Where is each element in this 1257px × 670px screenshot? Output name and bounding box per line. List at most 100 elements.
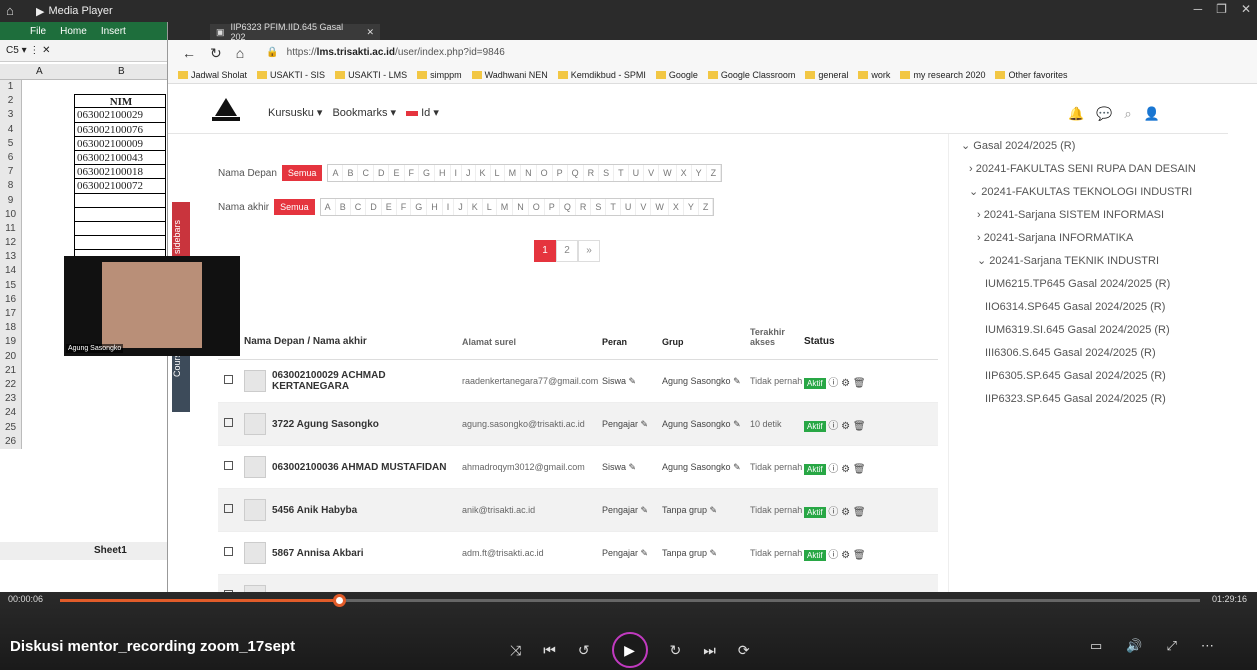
letter-filter[interactable]: J [454,199,468,215]
seek-bar[interactable] [60,594,1200,607]
letter-filter[interactable]: P [545,199,560,215]
letter-filter[interactable]: U [621,199,637,215]
bookmark-item[interactable]: Kemdikbud - SPMI [557,70,646,80]
edit-role-icon[interactable]: ✎ [638,505,649,515]
row-number[interactable]: 23 [0,392,22,407]
nim-cell[interactable]: 063002100043 [74,150,166,166]
nim-cell[interactable]: 063002100029 [74,108,166,123]
nim-cell[interactable]: 063002100018 [74,165,166,180]
nim-cell[interactable]: NIM [74,94,166,109]
excel-namebox[interactable]: C5 ▾ ⋮ ✕ [0,40,167,62]
letter-filter[interactable]: R [576,199,592,215]
row-number[interactable]: 12 [0,236,22,251]
bookmark-item[interactable]: Other favorites [995,70,1068,80]
participant-name[interactable]: 5867 Annisa Akbari [272,548,364,559]
row-number[interactable]: 2 [0,94,22,109]
letter-filter[interactable]: L [483,199,497,215]
letter-filter[interactable]: A [321,199,336,215]
edit-role-icon[interactable]: ✎ [626,462,637,472]
row-checkbox[interactable] [224,375,233,384]
row-number[interactable]: 7 [0,165,22,180]
row-number[interactable]: 5 [0,136,22,151]
ribbon-tab-insert[interactable]: Insert [101,26,126,37]
home-icon[interactable]: ⌂ [6,3,14,18]
info-icon[interactable]: ⓘ [826,507,838,518]
edit-group-icon[interactable]: ✎ [731,462,741,472]
column-header[interactable]: Terakhir akses [750,327,804,347]
ribbon-tab-home[interactable]: Home [60,26,87,37]
page-link[interactable]: 1 [534,240,556,262]
menu-language[interactable]: Id ▾ [406,106,439,119]
letter-filter[interactable]: J [462,165,476,181]
letter-filter[interactable]: G [411,199,428,215]
close-tab-icon[interactable]: ✕ [366,27,374,38]
row-number[interactable]: 14 [0,264,22,279]
letter-filter[interactable]: G [419,165,436,181]
nim-cell[interactable] [74,193,166,208]
letter-filter[interactable]: D [374,165,390,181]
letter-filter[interactable]: X [677,165,692,181]
edit-group-icon[interactable]: ✎ [731,376,741,386]
bookmark-item[interactable]: USAKTI - LMS [335,70,407,80]
letter-filter[interactable]: K [468,199,483,215]
row-checkbox[interactable] [224,547,233,556]
seek-handle[interactable] [333,594,347,607]
row-checkbox[interactable] [224,504,233,513]
participant-name[interactable]: 063002100029 ACHMAD KERTANEGARA [272,370,462,392]
info-icon[interactable]: ⓘ [826,421,838,432]
letter-filter[interactable]: R [584,165,600,181]
home-icon[interactable]: ⌂ [236,45,244,62]
course-tree-item[interactable]: IIP6323.SP.645 Gasal 2024/2025 (R) [961,391,1216,408]
row-number[interactable]: 26 [0,434,22,449]
reload-icon[interactable]: ↻ [210,45,222,62]
letter-filter[interactable]: F [405,165,419,181]
letter-filter[interactable]: Y [692,165,707,181]
course-tree-item[interactable]: IUM6319.SI.645 Gasal 2024/2025 (R) [961,322,1216,339]
browser-tab[interactable]: ▣ IIP6323 PFIM.IID.645 Gasal 202 ✕ [210,22,380,42]
row-number[interactable]: 6 [0,150,22,166]
course-tree-item[interactable]: IIP6305.SP.645 Gasal 2024/2025 (R) [961,368,1216,385]
course-tree-item[interactable]: › 20241-Sarjana INFORMATIKA [961,230,1216,247]
trash-icon[interactable]: 🗑 [850,507,866,518]
letter-filter[interactable]: H [427,199,443,215]
row-number[interactable]: 3 [0,108,22,123]
row-number[interactable]: 24 [0,406,22,421]
column-header[interactable]: Nama Depan / Nama akhir [244,336,462,347]
column-header[interactable]: Peran [602,337,662,347]
edit-role-icon[interactable]: ✎ [626,376,637,386]
nim-cell[interactable]: 063002100076 [74,122,166,137]
participant-name[interactable]: 3722 Agung Sasongko [272,419,379,430]
letter-filter[interactable]: E [382,199,397,215]
trash-icon[interactable]: 🗑 [850,421,866,432]
row-number[interactable]: 8 [0,179,22,194]
media-player-tab[interactable]: ▶ Media Player [36,0,166,22]
trash-icon[interactable]: 🗑 [850,378,866,389]
nim-cell[interactable] [74,221,166,237]
edit-role-icon[interactable]: ✎ [638,419,649,429]
letter-filter[interactable]: O [537,165,553,181]
row-number[interactable]: 19 [0,335,22,350]
trash-icon[interactable]: 🗑 [850,464,866,475]
row-number[interactable]: 21 [0,363,22,378]
row-number[interactable]: 15 [0,278,22,293]
column-header[interactable]: Grup [662,337,750,347]
gear-icon[interactable]: ⚙ [838,550,850,561]
letter-filter[interactable]: S [599,165,615,181]
course-tree-item[interactable]: ⌄ 20241-Sarjana TEKNIK INDUSTRI [961,253,1216,270]
row-number[interactable]: 9 [0,193,22,208]
letter-filter[interactable]: A [328,165,344,181]
page-link[interactable]: 2 [556,240,578,262]
bookmark-item[interactable]: Jadwal Sholat [178,70,247,80]
info-icon[interactable]: ⓘ [826,464,838,475]
letter-filter[interactable]: Z [699,199,714,215]
letter-filter[interactable]: N [513,199,529,215]
column-b[interactable]: B [118,66,125,77]
letter-filter[interactable]: W [659,165,677,181]
course-tree-item[interactable]: IIO6314.SP645 Gasal 2024/2025 (R) [961,299,1216,316]
row-number[interactable]: 22 [0,377,22,393]
forward-icon[interactable]: ↻ [670,642,682,659]
close-icon[interactable]: ✕ [1241,2,1251,16]
participant-name[interactable]: 063002100036 AHMAD MUSTAFIDAN [272,462,447,473]
nim-cell[interactable]: 063002100072 [74,179,166,194]
letter-filter[interactable]: T [614,165,629,181]
